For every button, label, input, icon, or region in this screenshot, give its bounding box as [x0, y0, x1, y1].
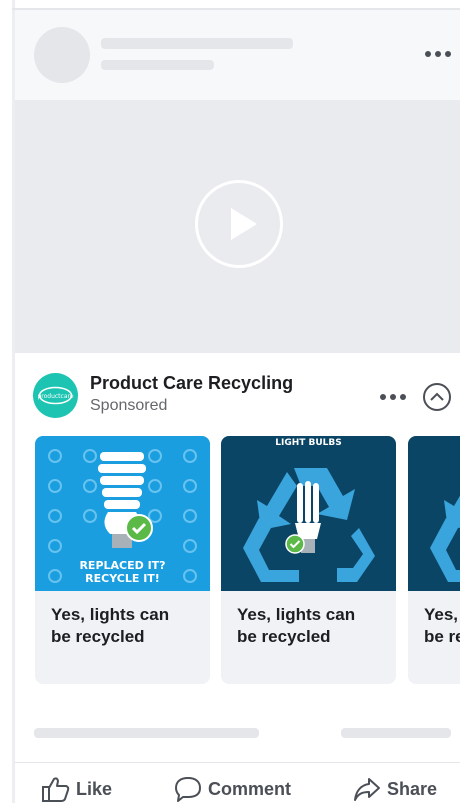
play-icon[interactable]	[195, 180, 283, 268]
thumbs-up-icon	[42, 777, 70, 802]
advertiser-logo-text: productcare	[37, 393, 73, 400]
like-label: Like	[76, 778, 113, 799]
comment-button[interactable]: Comment	[174, 775, 291, 803]
card-1-caption: Yes, lights can be recycled	[51, 604, 201, 648]
card-1-caption-line2: be recycled	[51, 627, 145, 646]
card-2-caption: Yes, lights can be recycled	[237, 604, 387, 648]
sponsored-label[interactable]: Sponsored	[90, 397, 167, 415]
advertiser-avatar[interactable]: productcare	[33, 373, 78, 418]
card-3-caption: Yes, lights can be recycled	[424, 604, 460, 648]
card-2-overlay-title: LIGHT BULBS	[275, 438, 342, 448]
recycle-symbol-icon	[430, 495, 460, 582]
check-circle-icon	[125, 514, 153, 542]
card-3-caption-line1: Yes, lights can	[424, 605, 460, 624]
carousel-card-1[interactable]: REPLACED IT? RECYCLE IT! Yes, lights can…	[35, 436, 210, 684]
ad-more-options-icon[interactable]	[380, 392, 406, 402]
skeleton-name-line	[101, 38, 293, 49]
comment-bubble-icon	[175, 777, 201, 802]
collapse-chevron-up-icon[interactable]	[423, 383, 451, 411]
card-1-overlay-line2: RECYCLE IT!	[85, 572, 160, 585]
carousel-card-3[interactable]: Yes, lights can be recycled	[408, 436, 460, 684]
carousel-card-2[interactable]: LIGHT BULBS Yes, lights can be recycled	[221, 436, 396, 684]
skeleton-more-options-icon[interactable]	[425, 49, 451, 59]
share-button[interactable]: Share	[353, 775, 437, 803]
card-1-caption-line1: Yes, lights can	[51, 605, 170, 624]
carousel-image-1: REPLACED IT? RECYCLE IT!	[35, 436, 210, 591]
like-button[interactable]: Like	[40, 775, 112, 803]
skeleton-comments-line	[341, 728, 451, 738]
card-2-caption-line2: be recycled	[237, 627, 331, 646]
check-circle-icon	[285, 534, 305, 554]
card-3-caption-line2: be recycled	[424, 627, 460, 646]
carousel-image-2: LIGHT BULBS	[221, 436, 396, 591]
feed-screen: productcare Product Care Recycling Spons…	[0, 0, 460, 803]
skeleton-reactions-line	[34, 728, 259, 738]
advertiser-name[interactable]: Product Care Recycling	[90, 373, 293, 394]
card-1-overlay-line1: REPLACED IT?	[79, 559, 166, 572]
comment-label: Comment	[208, 778, 292, 799]
share-label: Share	[387, 778, 438, 799]
action-bar-divider	[15, 762, 460, 763]
skeleton-meta-line	[101, 60, 214, 70]
skeleton-avatar	[34, 27, 90, 83]
carousel-image-3	[408, 436, 460, 591]
share-arrow-icon	[354, 778, 380, 801]
card-2-caption-line1: Yes, lights can	[237, 605, 356, 624]
card-1-overlay-text: REPLACED IT? RECYCLE IT!	[35, 559, 210, 585]
